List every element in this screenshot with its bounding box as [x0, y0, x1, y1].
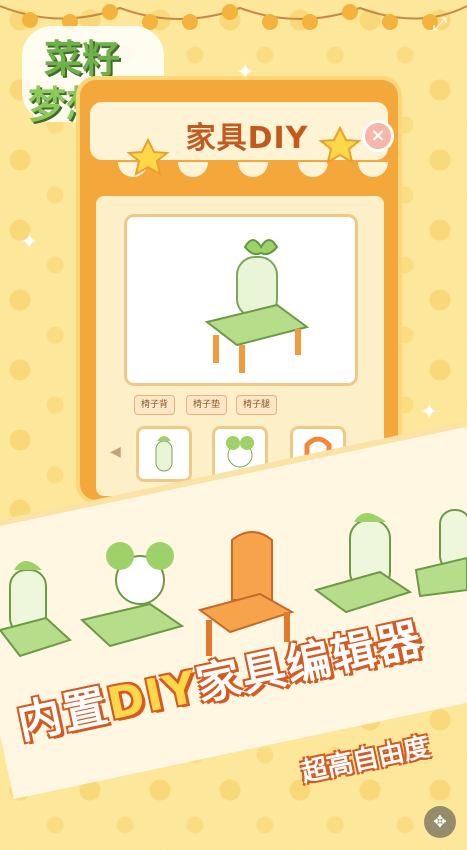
fullscreen-icon[interactable]: ⤢ — [429, 14, 451, 36]
chair-preview — [124, 214, 358, 386]
tag-chair-back[interactable]: 椅子背 — [134, 395, 176, 415]
slogan-highlight: DIY — [102, 661, 203, 731]
sparkle-icon: ✦ — [20, 230, 39, 255]
close-button[interactable]: × — [362, 120, 394, 152]
radish-chair-image — [204, 239, 310, 373]
tag-chair-legs[interactable]: 椅子腿 — [236, 395, 278, 415]
sparkle-icon: ✦ — [236, 60, 255, 85]
sparkle-icon: ✦ — [420, 400, 439, 425]
slogan-part1: 内置 — [13, 680, 114, 750]
move-icon[interactable]: ✥ — [424, 806, 456, 838]
thumb-radish-back[interactable] — [136, 426, 192, 482]
tag-chair-cushion[interactable]: 椅子垫 — [186, 395, 228, 415]
prev-arrow-icon[interactable]: ◀ — [110, 444, 121, 460]
panel-title: 家具DIY — [185, 121, 309, 156]
